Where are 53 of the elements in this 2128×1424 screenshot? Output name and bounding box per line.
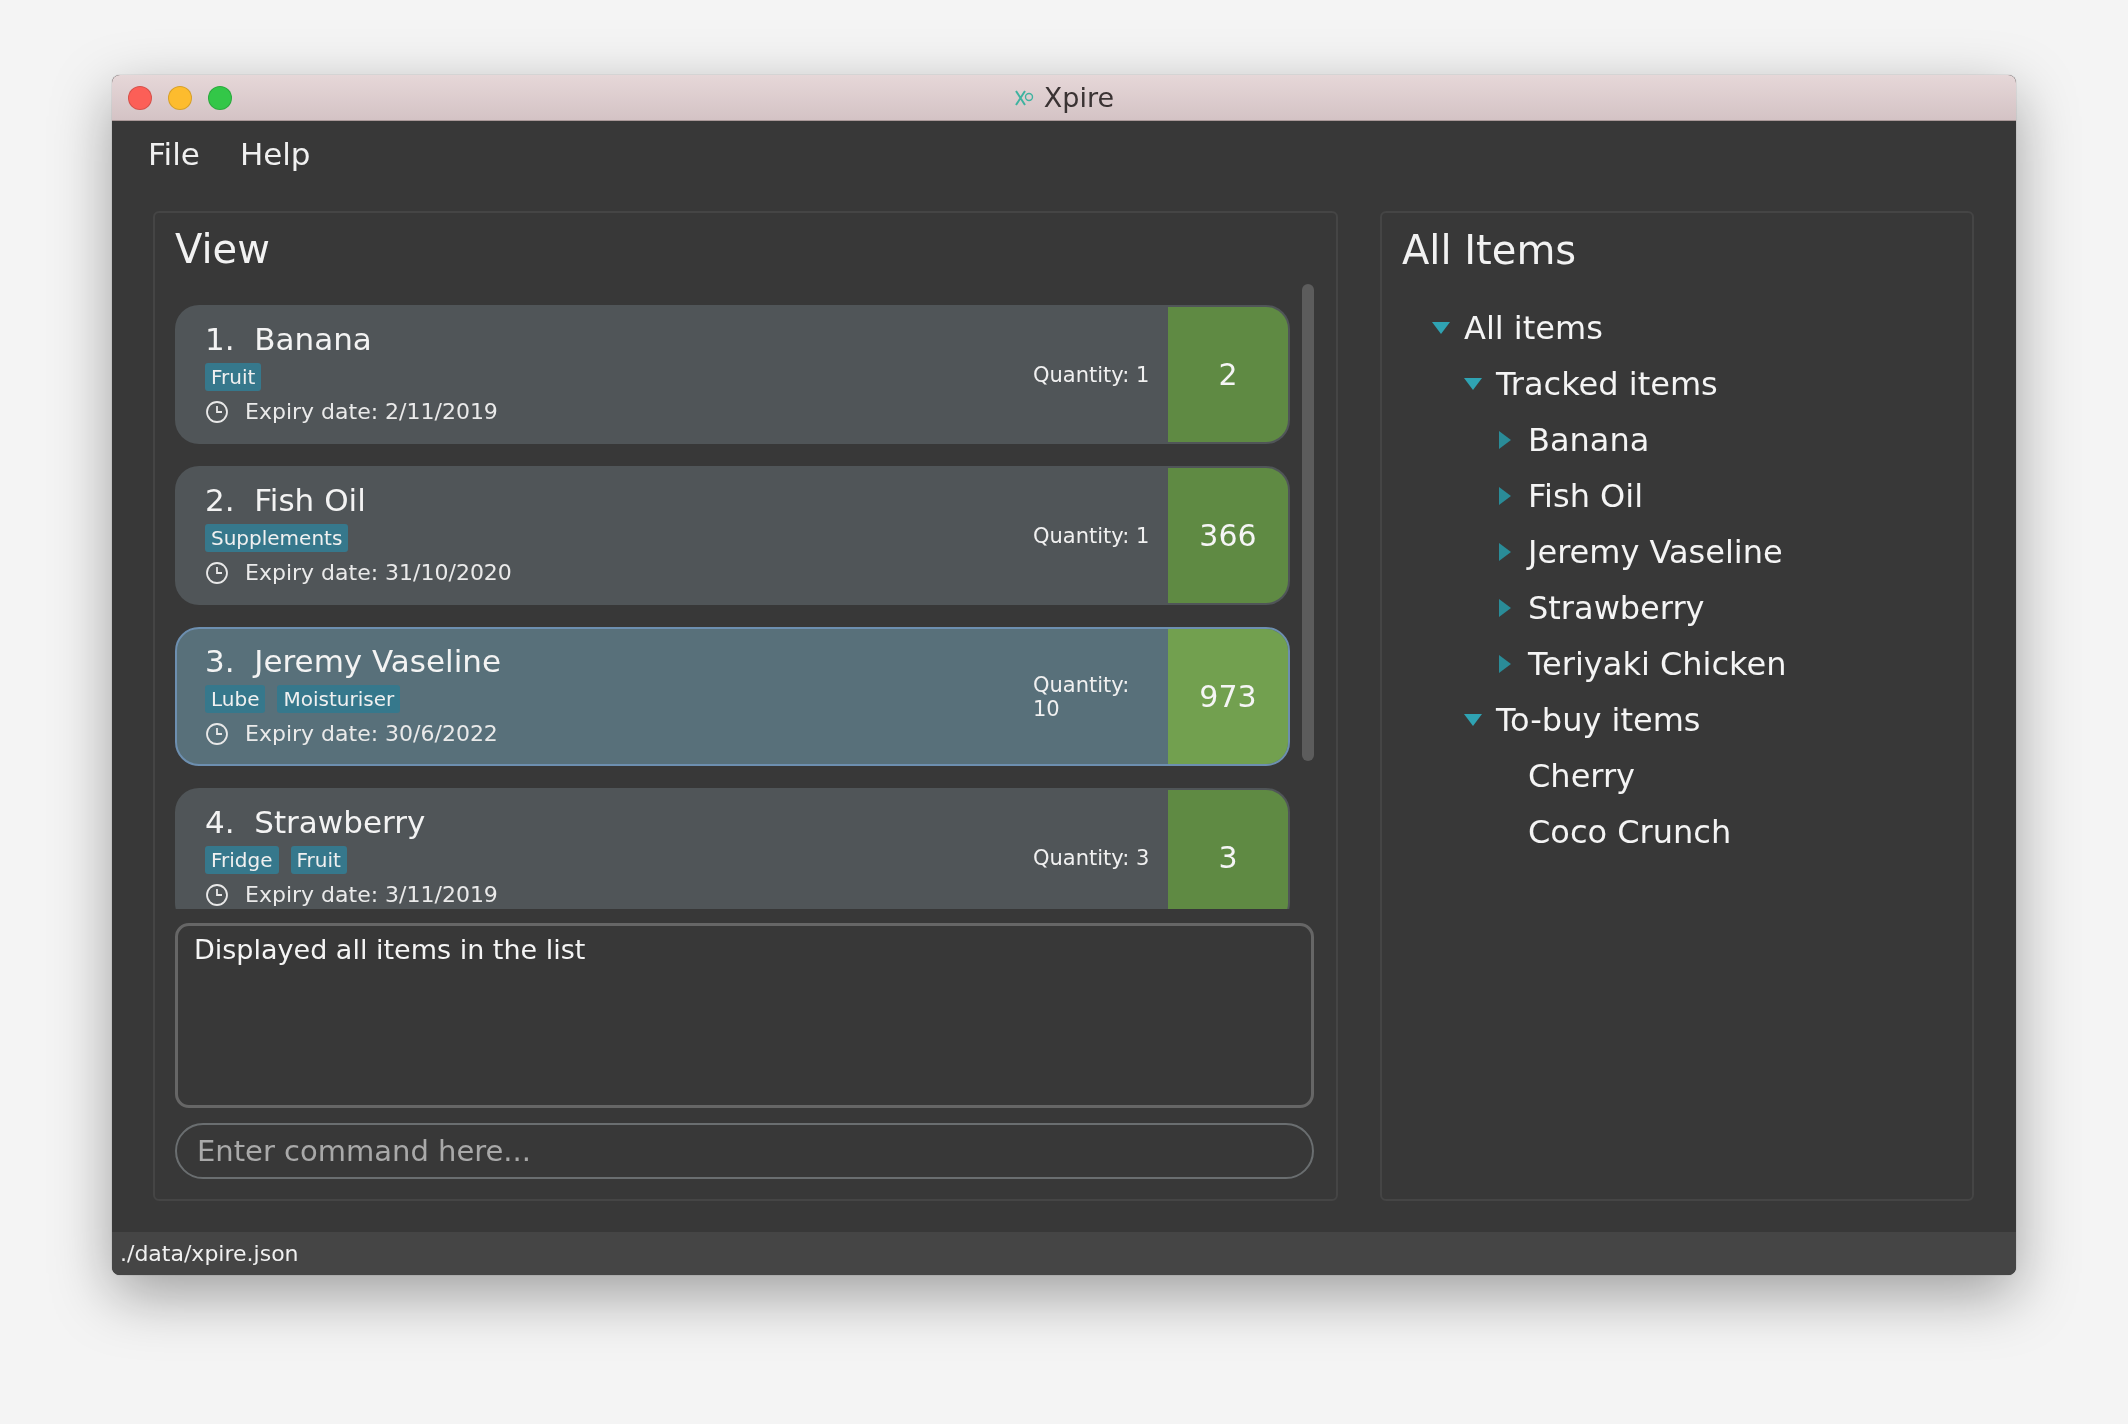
clock-icon [205,882,229,907]
tree-item[interactable]: Coco Crunch [1528,813,1732,851]
minimize-button[interactable] [168,85,192,110]
tag-label: Fruit [290,846,347,874]
app-logo-icon [1013,88,1034,107]
panel-title: All Items [1402,225,1577,275]
tag-label: Supplements [205,524,349,552]
result-display: Displayed all items in the list [175,923,1314,1108]
item-name: 3. Jeremy Vaseline [205,643,502,679]
expiry-date: Expiry date: 2/11/2019 [245,399,498,424]
days-left-badge: 2 [1168,307,1288,442]
tag-label: Lube [205,685,266,713]
clock-icon [205,560,229,585]
tree-item[interactable]: Strawberry [1528,589,1705,627]
command-input[interactable]: Enter command here... [175,1123,1314,1179]
tag-label: Moisturiser [277,685,401,713]
quantity-label: Quantity: 10 [1033,671,1131,723]
days-left-badge: 3 [1168,790,1288,909]
scrollbar-thumb[interactable] [1302,284,1314,761]
clock-icon [205,721,229,746]
item-card[interactable]: 2. Fish Oil Supplements Expiry date: 31/10/2020 Quantity: 1 366 [175,466,1290,605]
item-name: 2. Fish Oil [205,482,367,518]
quantity-label: Quantity: 1 [1033,361,1151,389]
days-left-badge: 366 [1168,468,1288,603]
maximize-button[interactable] [208,85,232,110]
quantity-label: Quantity: 1 [1033,522,1151,550]
item-name: 1. Banana [205,321,373,357]
tree-item[interactable]: Banana [1528,421,1650,459]
tree-item[interactable]: To-buy items [1496,701,1701,739]
item-card[interactable]: 4. Strawberry Fridge Fruit Expiry date: 3/11/2019 Quantity: 3 3 [175,788,1290,909]
tree-item[interactable]: Cherry [1528,757,1635,795]
tree-item[interactable]: Jeremy Vaseline [1528,533,1783,571]
menu-item[interactable]: File [148,135,200,172]
expiry-date: Expiry date: 30/6/2022 [245,721,498,746]
item-name: 4. Strawberry [205,804,427,840]
window-title: Xpire [1043,82,1115,113]
panel-title: View [175,224,270,274]
tree-item[interactable]: Fish Oil [1528,477,1644,515]
menu-item[interactable]: Help [239,135,311,172]
tag-label: Fridge [205,846,279,874]
tree-item[interactable]: Tracked items [1496,365,1718,403]
tag-label: Fruit [205,363,262,391]
tree-item[interactable]: All items [1464,309,1603,347]
days-left-badge: 973 [1168,629,1288,764]
expiry-date: Expiry date: 3/11/2019 [245,882,498,907]
clock-icon [205,399,229,424]
close-button[interactable] [128,85,152,110]
item-card[interactable]: 3. Jeremy Vaseline Lube Moisturiser Expiry date: 30/6/2022 Quantity: 10 973 [175,627,1290,766]
quantity-label: Quantity: 3 [1033,844,1151,872]
item-card[interactable]: 1. Banana Fruit Expiry date: 2/11/2019 Quantity: 1 2 [175,305,1290,444]
expiry-date: Expiry date: 31/10/2020 [245,560,512,585]
tree-item[interactable]: Teriyaki Chicken [1528,645,1787,683]
file-path: ./data/xpire.json [120,1241,299,1266]
